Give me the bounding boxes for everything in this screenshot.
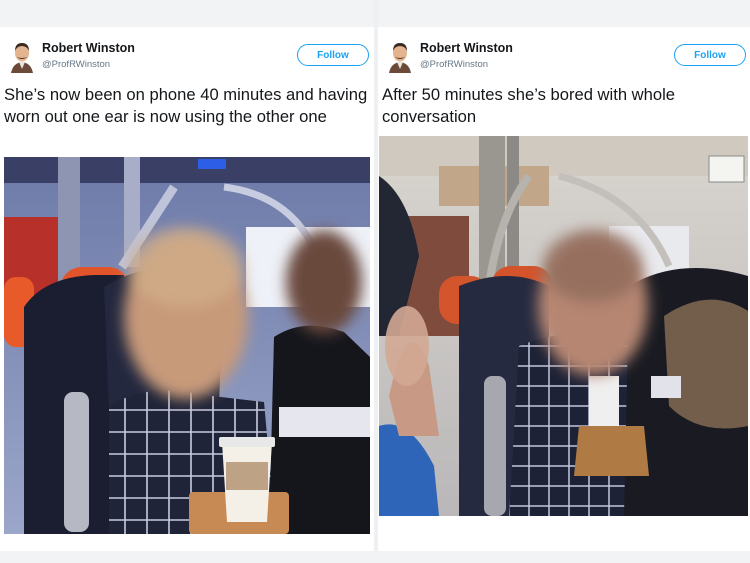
- tweet-card-2: Robert Winston @ProfRWinston Follow Afte…: [378, 27, 750, 551]
- author-name[interactable]: Robert Winston: [420, 41, 513, 55]
- tweet-photo[interactable]: [4, 157, 370, 534]
- train-passenger-photo-icon: [4, 157, 370, 534]
- tweet-card-1: Robert Winston @ProfRWinston Follow She’…: [0, 27, 374, 551]
- bottom-background-strip: [0, 551, 750, 563]
- author-name[interactable]: Robert Winston: [42, 41, 135, 55]
- tweet-text: After 50 minutes she’s bored with whole …: [382, 85, 676, 126]
- avatar[interactable]: [385, 39, 415, 73]
- avatar-portrait-icon: [7, 39, 37, 73]
- tweet-photo[interactable]: [379, 136, 748, 516]
- author-handle[interactable]: @ProfRWinston: [42, 59, 110, 70]
- train-passenger-photo-icon: [379, 136, 748, 516]
- follow-button[interactable]: Follow: [297, 44, 369, 66]
- avatar-portrait-icon: [385, 39, 415, 73]
- author-handle[interactable]: @ProfRWinston: [420, 59, 488, 70]
- tweet-text: She’s now been on phone 40 minutes and h…: [4, 85, 368, 126]
- follow-button[interactable]: Follow: [674, 44, 746, 66]
- avatar[interactable]: [7, 39, 37, 73]
